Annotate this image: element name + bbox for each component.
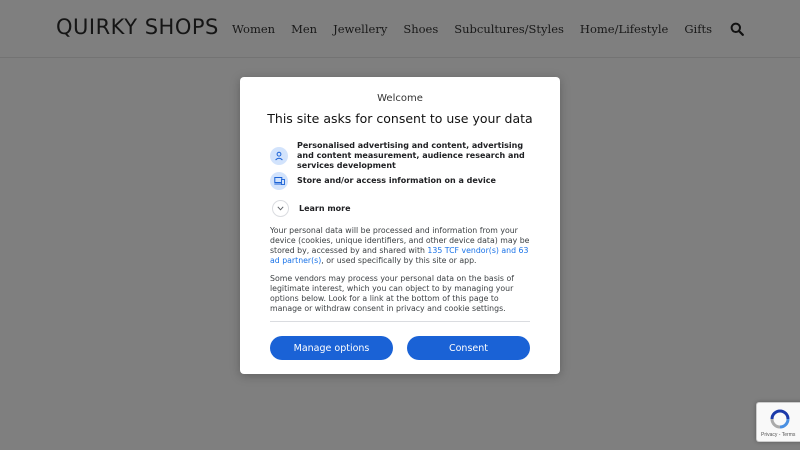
purpose-device-storage: Store and/or access information on a dev… bbox=[270, 172, 535, 190]
person-icon bbox=[270, 147, 288, 165]
recaptcha-badge[interactable]: Privacy - Terms bbox=[756, 402, 800, 442]
purpose-personalised-ads: Personalised advertising and content, ad… bbox=[270, 141, 535, 171]
consent-paragraph-legitimate-interest: Some vendors may process your personal d… bbox=[270, 274, 514, 313]
divider bbox=[270, 321, 530, 322]
consent-paragraph-data-use: Your personal data will be processed and… bbox=[270, 226, 532, 266]
recaptcha-icon bbox=[770, 409, 790, 429]
purpose-text: Store and/or access information on a dev… bbox=[297, 176, 496, 185]
purpose-text: Personalised advertising and content, ad… bbox=[297, 141, 525, 170]
para-text: , or used specifically by this site or a… bbox=[321, 256, 477, 265]
dialog-title: This site asks for consent to use your d… bbox=[267, 111, 533, 126]
learn-more-toggle[interactable]: Learn more bbox=[272, 200, 351, 217]
dialog-welcome: Welcome bbox=[377, 93, 423, 104]
device-icon bbox=[270, 172, 288, 190]
manage-options-button[interactable]: Manage options bbox=[270, 336, 393, 360]
chevron-down-icon[interactable] bbox=[272, 200, 289, 217]
learn-more-label[interactable]: Learn more bbox=[299, 204, 351, 213]
recaptcha-links[interactable]: Privacy - Terms bbox=[761, 432, 795, 438]
consent-button[interactable]: Consent bbox=[407, 336, 530, 360]
consent-dialog: Welcome This site asks for consent to us… bbox=[240, 77, 560, 374]
